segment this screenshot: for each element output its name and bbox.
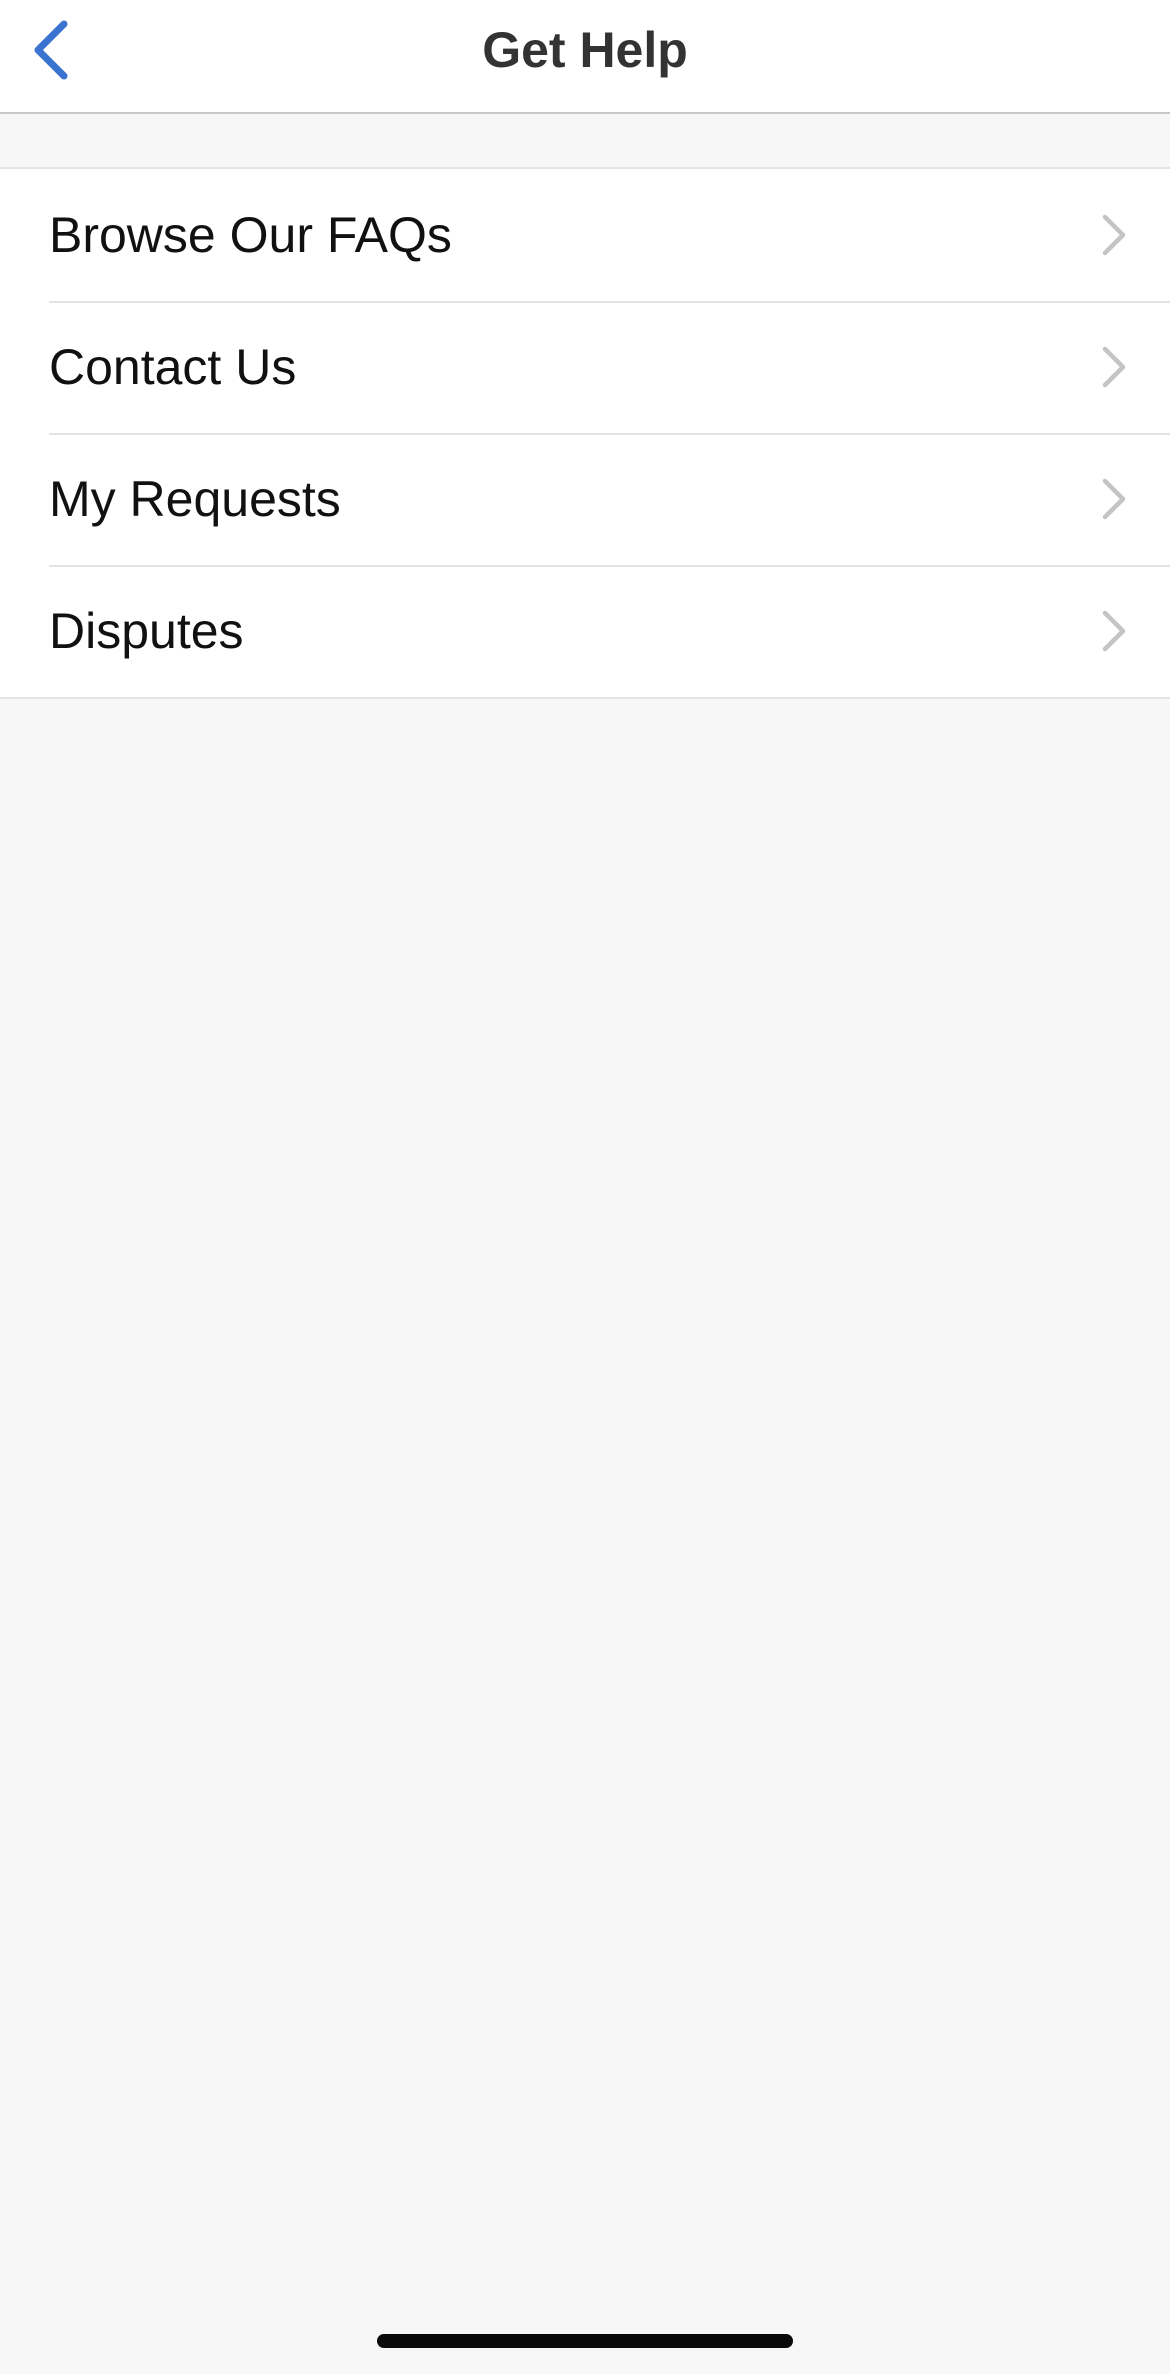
menu-item-label: Contact Us <box>49 339 297 395</box>
menu-item-disputes[interactable]: Disputes <box>0 565 1170 697</box>
menu-item-label: Browse Our FAQs <box>49 207 452 263</box>
page-title: Get Help <box>482 22 688 78</box>
chevron-right-icon <box>1102 610 1126 652</box>
menu-item-label: My Requests <box>49 471 341 527</box>
chevron-right-icon <box>1102 346 1126 388</box>
chevron-right-icon <box>1102 478 1126 520</box>
menu-item-contact-us[interactable]: Contact Us <box>0 301 1170 433</box>
help-menu-list: Browse Our FAQs Contact Us My Requests D… <box>0 167 1170 699</box>
chevron-right-icon <box>1102 214 1126 256</box>
menu-item-label: Disputes <box>49 603 244 659</box>
navigation-bar: Get Help <box>0 0 1170 114</box>
home-indicator[interactable] <box>377 2334 793 2348</box>
menu-item-my-requests[interactable]: My Requests <box>0 433 1170 565</box>
menu-item-browse-faqs[interactable]: Browse Our FAQs <box>0 169 1170 301</box>
